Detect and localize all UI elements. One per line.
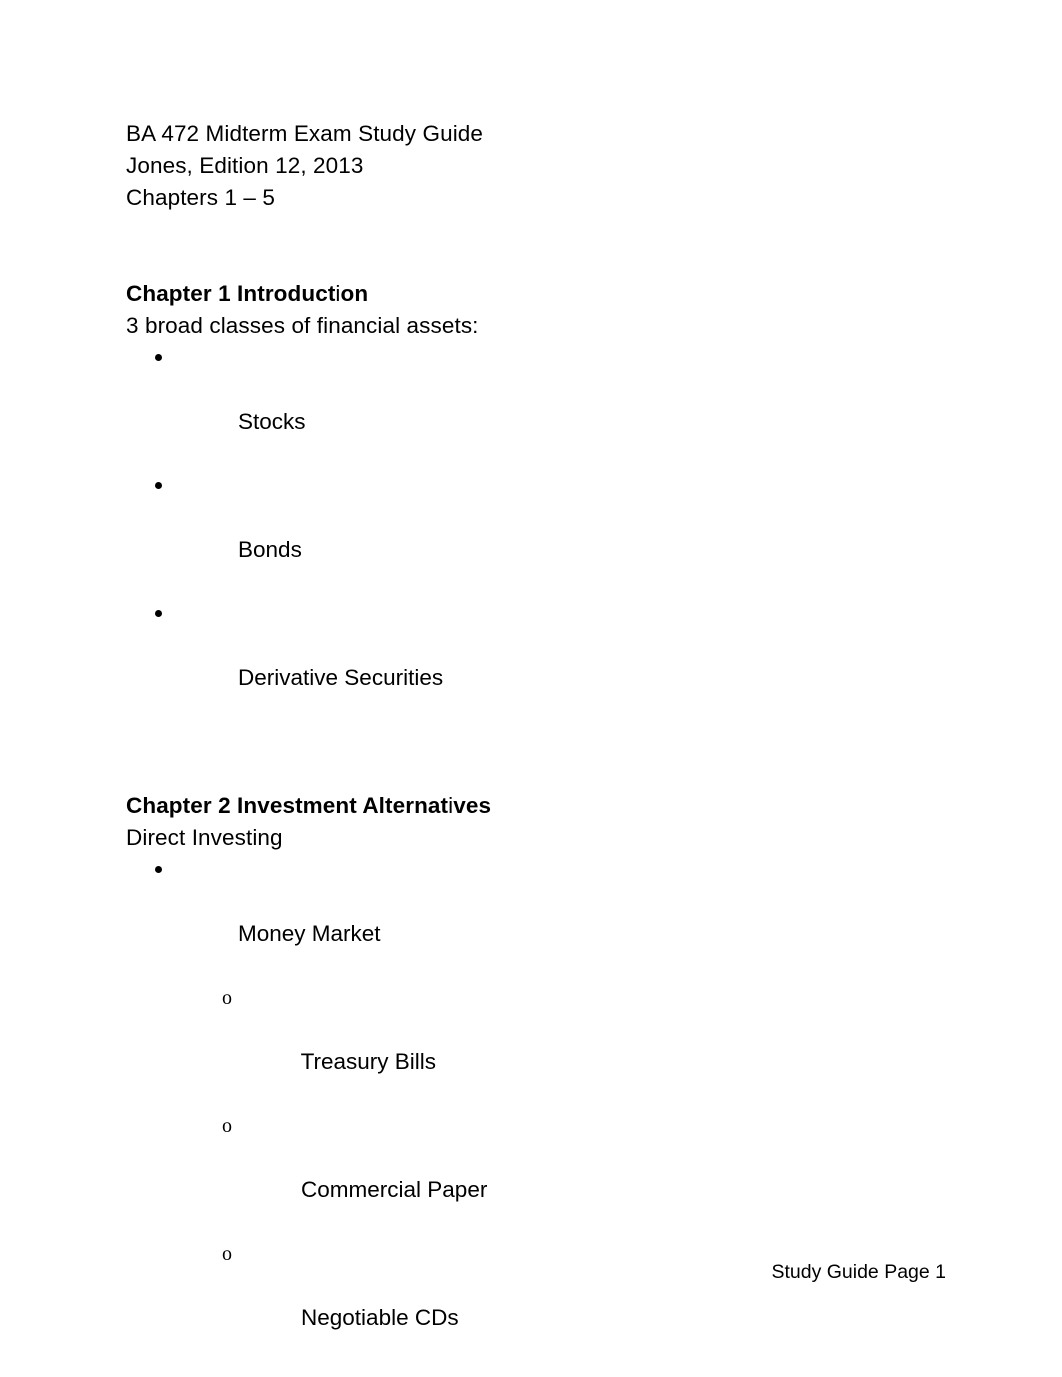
list-item-label: Stocks	[238, 409, 306, 434]
list-item-label: Negotiable CDs	[301, 1305, 459, 1330]
bullet-dot-icon	[155, 470, 167, 502]
document-title-line-2: Jones, Edition 12, 2013	[126, 153, 364, 178]
spacer-before-chapter-2	[126, 758, 946, 790]
list-item: Money Market	[126, 854, 946, 982]
chapter-2-heading-part-1: Chapter 2 Investment Alternat	[126, 793, 449, 818]
chapter-2-heading: Chapter 2 Investment Alternatives	[126, 790, 946, 822]
list-item: o Treasury Bills	[126, 982, 946, 1110]
chapter-1-list: Stocks Bonds Derivative Securities	[126, 342, 946, 726]
bullet-dot-icon	[155, 854, 167, 886]
bullet-circle-icon: o	[222, 1115, 232, 1137]
chapter-1-heading-part-2: on	[340, 281, 369, 306]
chapter-2-list: Money Market o Treasury Bills o Commerci…	[126, 854, 946, 1377]
list-item: Derivative Securities	[126, 598, 946, 726]
list-item-label: Money Market	[238, 921, 381, 946]
bullet-circle-icon: o	[222, 987, 232, 1009]
document-title-line-3: Chapters 1 – 5	[126, 185, 275, 210]
bullet-dot-icon	[155, 342, 167, 374]
chapter-1-heading: Chapter 1 Introduction	[126, 278, 946, 310]
bullet-dot-icon	[155, 598, 167, 630]
document-page: BA 472 Midterm Exam Study Guide Jones, E…	[0, 0, 1062, 1377]
list-item: o Commercial Paper	[126, 1110, 946, 1238]
list-item: Bonds	[126, 470, 946, 598]
list-item-label: Commercial Paper	[301, 1177, 488, 1202]
chapter-1-heading-part-1: Chapter 1 Introduct	[126, 281, 336, 306]
spacer-after-chapter-1	[126, 726, 946, 758]
bullet-dot-icon	[155, 1366, 167, 1377]
chapter-1-intro: 3 broad classes of financial assets:	[126, 313, 479, 338]
document-title-line-1: BA 472 Midterm Exam Study Guide	[126, 121, 484, 146]
spacer-before-chapter-1	[126, 246, 946, 278]
document-body: BA 472 Midterm Exam Study Guide Jones, E…	[126, 118, 946, 1377]
list-item-label: Treasury Bills	[300, 1049, 437, 1074]
list-item-label: Derivative Securities	[238, 665, 444, 690]
list-item-label: Bonds	[238, 537, 302, 562]
chapter-2-heading-part-2: ves	[453, 793, 492, 818]
list-item: Capital Market (Bonds)	[126, 1366, 946, 1377]
page-footer: Study Guide Page 1	[771, 1261, 946, 1283]
chapter-2-intro: Direct Investing	[126, 825, 283, 850]
spacer-after-title	[126, 214, 946, 246]
list-item: Stocks	[126, 342, 946, 470]
